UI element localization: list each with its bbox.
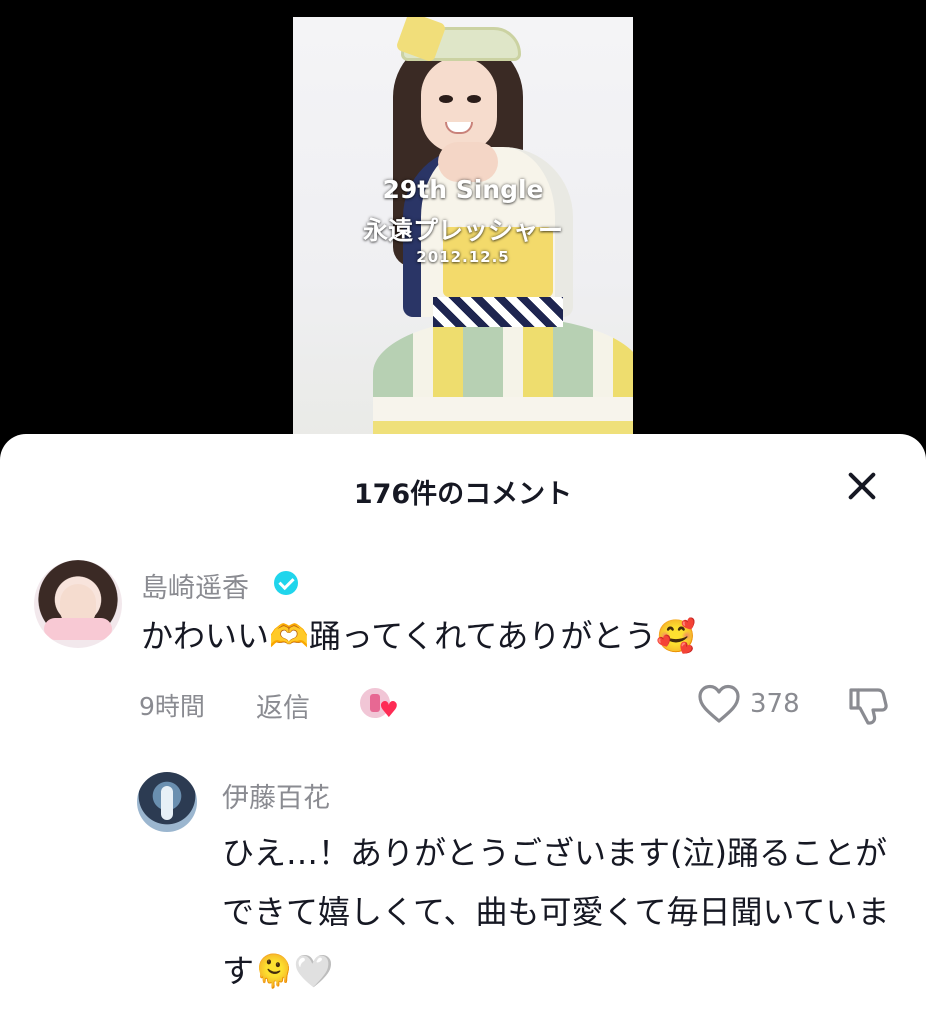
reply-button[interactable]: 返信	[256, 686, 310, 725]
reply-username[interactable]: 伊藤百花	[222, 776, 330, 815]
comment-timestamp: 9時間	[139, 692, 205, 721]
reply-text: ひえ…！ありがとうございます(泣)踊ることができて嬉しくて、曲も可愛くて毎日聞い…	[222, 834, 890, 990]
heart-outline-icon[interactable]	[697, 684, 741, 724]
video-overlay-single: 29th Single	[382, 175, 544, 204]
creator-liked-badge: ♥	[358, 686, 404, 726]
video-area[interactable]: 29th Single 永遠プレッシャー 2012.12.5	[0, 0, 926, 450]
performer-face	[421, 57, 497, 153]
performer-skirt-band	[373, 397, 633, 421]
avatar[interactable]	[137, 772, 197, 832]
comments-sheet: 176件のコメント 島崎遥香 かわいい🫶踊ってくれてありがとう🥰 9時間 返信 …	[0, 434, 926, 1024]
avatar[interactable]	[34, 560, 122, 648]
video-overlay-date: 2012.12.5	[416, 248, 510, 266]
video-frame[interactable]: 29th Single 永遠プレッシャー 2012.12.5	[293, 17, 633, 450]
comments-title: 176件のコメント	[353, 479, 573, 510]
heart-icon: ♥	[379, 698, 399, 723]
avatar-hands	[44, 618, 112, 640]
avatar-figure	[161, 786, 173, 820]
thumbs-down-icon[interactable]	[846, 684, 890, 726]
video-overlay-song-title: 永遠プレッシャー	[362, 216, 563, 245]
comment-text: かわいい🫶踊ってくれてありがとう🥰	[141, 617, 697, 655]
close-icon[interactable]	[842, 466, 882, 506]
performer-belt	[433, 297, 563, 327]
like-count: 378	[750, 689, 800, 719]
verified-icon	[274, 571, 298, 595]
performer-eye-left	[439, 95, 453, 103]
comment-username[interactable]: 島崎遥香	[141, 566, 249, 605]
performer-eye-right	[467, 95, 481, 103]
